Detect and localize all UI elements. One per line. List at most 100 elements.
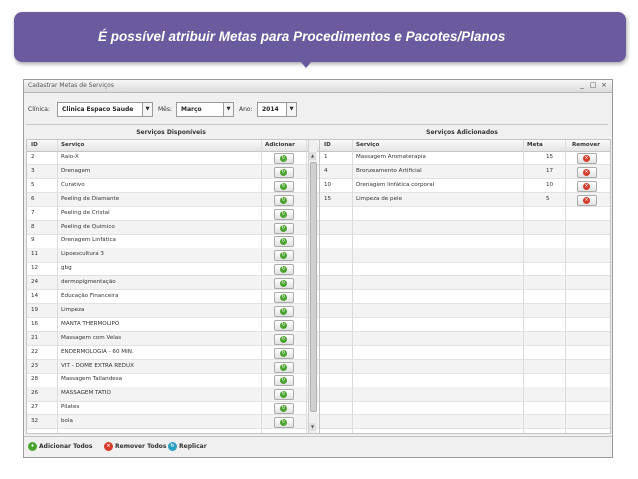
remover-todos-button[interactable]: × Remover Todos [104, 442, 167, 451]
table-row: 9 Drenagem Linfática ↻ [27, 234, 324, 249]
clinica-select[interactable]: Clinica Espaco Saude ▼ [57, 102, 153, 117]
add-button[interactable]: ↻ [274, 361, 294, 373]
remover-todos-label: Remover Todos [115, 443, 167, 450]
row-id: 4 [324, 167, 328, 174]
row-servico: gbg [61, 265, 72, 272]
disponiveis-table: ID Serviço Adicionar 2 Raio-X ↻ 3 Drenagem ↻ 5… [26, 139, 325, 434]
ano-select[interactable]: 2014 ▼ [257, 102, 297, 117]
row-servico: Massagem Tailandesa [61, 376, 123, 383]
col-divider [565, 140, 566, 433]
add-button[interactable]: ↻ [274, 153, 294, 164]
add-icon: ↻ [280, 391, 287, 399]
window-title: Cadastrar Metas de Serviços [28, 82, 114, 89]
add-button[interactable]: ↻ [274, 208, 294, 220]
add-icon: ↻ [280, 335, 287, 343]
table-row: 1 Massagem Aromaterapia 15 × [320, 151, 610, 166]
minimize-icon[interactable]: _ [578, 81, 586, 89]
banner-pointer [300, 61, 312, 68]
remove-button[interactable]: × [577, 153, 597, 164]
maximize-icon[interactable]: □ [589, 81, 597, 89]
row-meta[interactable]: 15 [546, 154, 553, 160]
row-id: 6 [31, 195, 35, 202]
add-button[interactable]: ↻ [274, 166, 294, 178]
table-row: 15 Limpeza de pele 5 × [320, 192, 610, 207]
add-icon: ↻ [280, 182, 287, 190]
add-button[interactable]: ↻ [274, 236, 294, 248]
add-button[interactable]: ↻ [274, 278, 294, 290]
row-servico: Bronzeamento Artificial [356, 167, 422, 174]
add-button[interactable]: ↻ [274, 403, 294, 415]
add-button[interactable]: ↻ [274, 389, 294, 401]
row-id: 3 [31, 167, 35, 174]
table-row: 12 gbg ↻ [27, 262, 324, 277]
row-id: 10 [324, 181, 332, 188]
add-icon: + [28, 442, 37, 451]
table-row: 19 Limpeza ↻ [27, 303, 324, 319]
add-button[interactable]: ↻ [274, 319, 294, 331]
empty-row [320, 207, 610, 221]
adicionados-title: Serviços Adicionados [426, 129, 498, 136]
add-button[interactable]: ↻ [274, 264, 294, 276]
close-icon[interactable]: × [600, 81, 608, 89]
table-row: 24 dermopigmentação ↻ [27, 276, 324, 291]
row-id: 5 [31, 181, 35, 188]
add-button[interactable]: ↻ [274, 417, 294, 429]
scroll-up-icon[interactable]: ▲ [309, 152, 316, 160]
row-id: 21 [31, 334, 39, 341]
add-button[interactable]: ↻ [274, 180, 294, 192]
col-servico: Serviço [61, 142, 85, 148]
clinica-label: Clínica: [28, 106, 50, 113]
empty-row [320, 290, 610, 305]
add-icon: ↻ [280, 168, 287, 176]
replicar-button[interactable]: ↻ Replicar [168, 442, 207, 451]
row-servico: Drenagem linfática corporal [356, 181, 435, 188]
window-titlebar: Cadastrar Metas de Serviços _ □ × [24, 80, 612, 93]
remove-button[interactable]: × [577, 166, 597, 178]
add-button[interactable]: ↻ [274, 194, 294, 206]
action-bar: + Adicionar Todos × Remover Todos ↻ Replica… [24, 436, 612, 457]
scroll-down-icon[interactable]: ▼ [309, 423, 316, 431]
row-servico: Educação Financeira [61, 293, 119, 299]
row-servico: Limpeza [61, 306, 85, 313]
row-meta[interactable]: 5 [546, 196, 550, 202]
empty-row [320, 373, 610, 388]
add-icon: ↻ [280, 294, 287, 301]
add-icon: ↻ [280, 363, 287, 371]
add-icon: ↻ [280, 377, 287, 385]
add-button[interactable]: ↻ [274, 292, 294, 303]
add-button[interactable]: ↻ [274, 333, 294, 345]
row-id: 9 [31, 237, 35, 244]
metas-window: Cadastrar Metas de Serviços _ □ × Clínic… [23, 79, 613, 458]
scroll-thumb[interactable] [310, 162, 317, 412]
add-icon: ↻ [280, 321, 287, 329]
col-id: ID [31, 142, 38, 148]
add-button[interactable]: ↻ [274, 347, 294, 359]
ano-value: 2014 [262, 106, 279, 113]
add-button[interactable]: ↻ [274, 305, 294, 317]
add-button[interactable]: ↻ [274, 222, 294, 234]
mes-select[interactable]: Março ▼ [176, 102, 234, 117]
row-id: 19 [31, 306, 39, 313]
chevron-down-icon: ▼ [223, 103, 233, 116]
row-id: 32 [31, 418, 39, 425]
left-scrollbar[interactable]: ▲ ▼ [308, 140, 317, 433]
table-row: 3 Drenagem ↻ [27, 164, 324, 180]
row-id: 12 [31, 265, 39, 272]
table-row: 14 Educação Financeira ↻ [27, 290, 324, 305]
table-row: 10 Drenagem linfática corporal 10 × [320, 179, 610, 194]
remove-icon: × [583, 196, 590, 204]
remove-button[interactable]: × [577, 194, 597, 206]
empty-row [320, 387, 610, 402]
row-meta[interactable]: 17 [546, 168, 553, 174]
empty-row [320, 248, 610, 263]
row-id: 2 [31, 154, 35, 160]
row-servico: Pilates [61, 404, 80, 411]
add-button[interactable]: ↻ [274, 375, 294, 387]
add-button[interactable]: ↻ [274, 250, 294, 262]
row-meta[interactable]: 10 [546, 182, 553, 188]
remove-button[interactable]: × [577, 180, 597, 192]
table-row: 11 Lipoescultura 3 ↻ [27, 248, 324, 263]
add-icon: ↻ [280, 419, 287, 427]
adicionar-todos-button[interactable]: + Adicionar Todos [28, 442, 93, 451]
remove-icon: × [583, 168, 590, 176]
